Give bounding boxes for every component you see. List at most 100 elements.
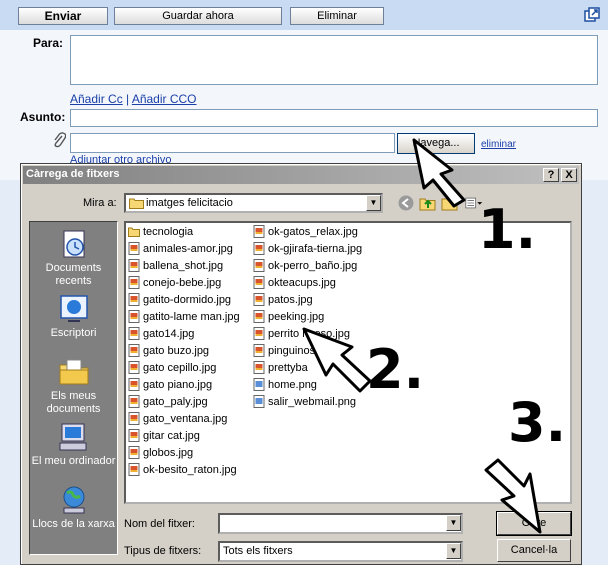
delete-button[interactable]: Eliminar [290, 7, 384, 25]
file-item[interactable]: gato_paly.jpg [128, 395, 208, 412]
attachment-path-field[interactable] [70, 133, 395, 153]
paperclip-icon [54, 132, 66, 148]
file-name: tecnologia [143, 226, 194, 238]
cancel-button[interactable]: Cancel·la [497, 539, 571, 562]
my-documents-icon [59, 359, 88, 385]
jpg-file-icon [253, 293, 265, 306]
file-item[interactable]: ok-besito_raton.jpg [128, 463, 237, 480]
desktop-icon [59, 295, 88, 322]
file-name: patos.jpg [268, 294, 313, 306]
place-desktop[interactable]: Escriptori [30, 293, 117, 340]
add-cco-link[interactable]: Añadir CCO [132, 92, 197, 106]
file-item[interactable]: okteacups.jpg [253, 276, 336, 293]
place-recent-documents[interactable]: Documents recents [30, 228, 117, 288]
to-field[interactable] [70, 35, 598, 85]
jpg-file-icon [253, 225, 265, 238]
place-my-computer[interactable]: El meu ordinador [30, 421, 117, 468]
file-item[interactable]: gato cepillo.jpg [128, 361, 216, 378]
file-name: conejo-bebe.jpg [143, 277, 222, 289]
file-name: gato cepillo.jpg [143, 362, 217, 374]
add-recipients-links: Añadir Cc | Añadir CCO [70, 92, 197, 106]
jpg-file-icon [128, 361, 140, 374]
jpg-file-icon [128, 378, 140, 391]
png-file-icon [253, 378, 265, 391]
jpg-file-icon [128, 327, 140, 340]
file-name: peeking.jpg [268, 311, 325, 323]
send-button[interactable]: Enviar [18, 7, 108, 25]
look-in-label: Mira a: [83, 197, 117, 209]
chevron-down-icon[interactable]: ▼ [366, 195, 381, 211]
folder-item[interactable]: tecnologia [128, 225, 193, 242]
place-network[interactable]: Llocs de la xarxa [30, 484, 117, 531]
file-item[interactable]: gato buzo.jpg [128, 344, 209, 361]
jpg-file-icon [128, 412, 140, 425]
file-item[interactable]: gatito-dormido.jpg [128, 293, 231, 310]
filetype-label: Tipus de fitxers: [124, 545, 202, 557]
file-item[interactable]: gitar cat.jpg [128, 429, 200, 446]
jpg-file-icon [253, 344, 265, 357]
file-item[interactable]: ok-gjirafa-tierna.jpg [253, 242, 362, 259]
place-label: Documents recents [45, 262, 102, 287]
my-computer-icon [59, 423, 86, 451]
file-name: ok-gjirafa-tierna.jpg [268, 243, 363, 255]
dialog-title: Càrrega de fitxers [26, 168, 120, 180]
jpg-file-icon [128, 395, 140, 408]
place-label: Els meus documents [46, 390, 101, 415]
filename-input[interactable]: ▼ [218, 513, 463, 534]
file-name: animales-amor.jpg [143, 243, 233, 255]
file-item[interactable]: animales-amor.jpg [128, 242, 233, 259]
file-name: gatito-dormido.jpg [143, 294, 232, 306]
file-item[interactable]: ballena_shot.jpg [128, 259, 223, 276]
add-cc-link[interactable]: Añadir Cc [70, 92, 123, 106]
place-label: El meu ordinador [31, 455, 116, 467]
chevron-down-icon[interactable]: ▼ [446, 543, 461, 559]
filetype-select[interactable]: Tots els fitxers ▼ [218, 541, 463, 562]
file-name: gato_ventana.jpg [143, 413, 228, 425]
file-item[interactable]: gatito-lame man.jpg [128, 310, 240, 327]
places-bar: Documents recents Escriptori Els meus do… [29, 221, 118, 555]
jpg-file-icon [128, 276, 140, 289]
file-item[interactable]: gato_ventana.jpg [128, 412, 227, 429]
file-item[interactable]: gato14.jpg [128, 327, 194, 344]
popout-window-icon[interactable] [584, 7, 600, 23]
jpg-file-icon [128, 242, 140, 255]
filename-label: Nom del fitxer: [124, 518, 195, 530]
recent-documents-icon [63, 230, 84, 258]
place-my-documents[interactable]: Els meus documents [30, 356, 117, 416]
jpg-file-icon [128, 310, 140, 323]
step-2-label: 2. [366, 338, 425, 401]
file-item[interactable]: patos.jpg [253, 293, 313, 310]
jpg-file-icon [128, 429, 140, 442]
file-item[interactable]: globos.jpg [128, 446, 193, 463]
file-name: gato buzo.jpg [143, 345, 210, 357]
jpg-file-icon [253, 327, 265, 340]
pointer-arrow-icon [484, 458, 542, 534]
help-button[interactable]: ? [543, 168, 559, 182]
subject-label: Asunto: [20, 110, 66, 124]
look-in-select[interactable]: imatges felicitacio ▼ [124, 193, 383, 213]
subject-field[interactable] [70, 109, 598, 127]
jpg-file-icon [253, 242, 265, 255]
file-item[interactable]: ok-perro_baño.jpg [253, 259, 357, 276]
folder-icon [128, 227, 140, 237]
jpg-file-icon [253, 259, 265, 272]
network-places-icon [63, 486, 84, 514]
close-button[interactable]: X [561, 168, 577, 182]
chevron-down-icon[interactable]: ▼ [446, 515, 461, 531]
file-name: gato_paly.jpg [143, 396, 208, 408]
jpg-file-icon [128, 293, 140, 306]
file-item[interactable]: ok-gatos_relax.jpg [253, 225, 358, 242]
png-file-icon [253, 395, 265, 408]
page-left-edge [0, 180, 22, 565]
to-label: Para: [33, 36, 64, 50]
file-name: gato14.jpg [143, 328, 195, 340]
file-item[interactable]: gato piano.jpg [128, 378, 212, 395]
folder-icon [129, 198, 144, 209]
look-in-value: imatges felicitacio [146, 197, 233, 209]
jpg-file-icon [128, 463, 140, 476]
file-name: gitar cat.jpg [143, 430, 200, 442]
save-draft-button[interactable]: Guardar ahora [114, 7, 282, 25]
file-name: gato piano.jpg [143, 379, 213, 391]
link-separator: | [126, 92, 130, 106]
file-item[interactable]: conejo-bebe.jpg [128, 276, 221, 293]
